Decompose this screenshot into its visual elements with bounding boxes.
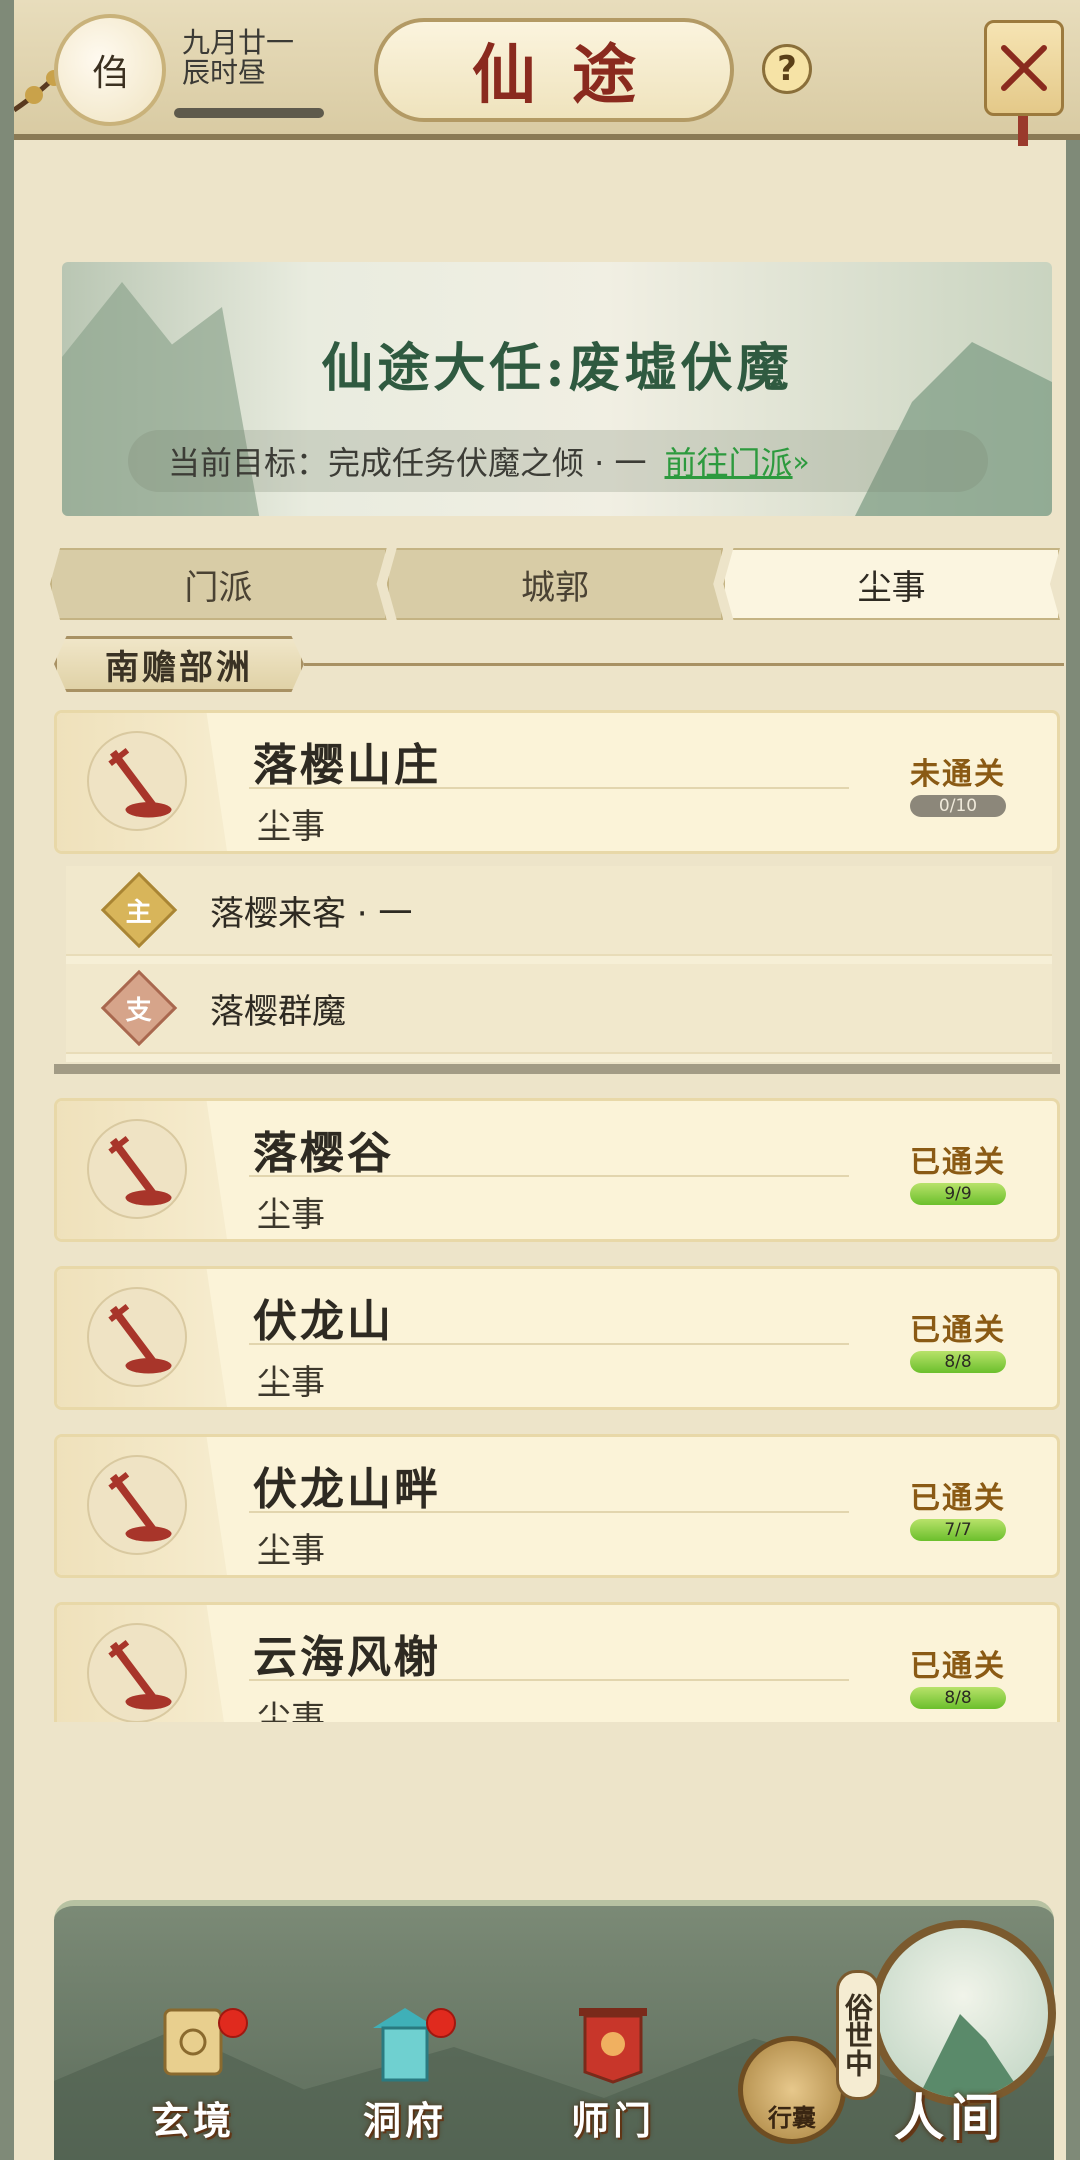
clear-status-badge: 已通关 9/9 — [903, 1137, 1013, 1217]
region-label: 南赡部洲 — [54, 636, 304, 692]
chevron-right-icon: » — [792, 444, 810, 478]
quest-banner: 仙途大任:废墟伏魔 当前目标：完成任务伏魔之倾 · 一 前往门派 » — [62, 262, 1052, 516]
card-divider — [249, 1511, 849, 1513]
game-date: 九月廿一 辰时昼 — [182, 28, 294, 88]
top-bar: 㑇 九月廿一 辰时昼 仙途 ? — [14, 0, 1080, 146]
time-progress-bar — [174, 108, 324, 118]
stage-name: 伏龙山畔 — [253, 1464, 441, 1515]
clear-status-text: 未通关 — [910, 757, 1006, 792]
nav-label: 洞府 — [362, 2098, 447, 2143]
clear-progress: 0/10 — [910, 795, 1006, 817]
clear-status-text: 已通关 — [910, 1313, 1006, 1348]
date-hour: 辰时昼 — [182, 56, 267, 89]
sword-icon — [87, 731, 187, 831]
inventory-bag-button[interactable]: 行囊 — [738, 2036, 846, 2144]
stage-card-fulong-shore[interactable]: 伏龙山畔 尘事 已通关 7/7 — [54, 1434, 1060, 1578]
time-avatar[interactable]: 㑇 — [54, 14, 166, 126]
world-status-tag: 俗世中 — [836, 1970, 880, 2100]
tab-city[interactable]: 城郭 — [386, 548, 724, 620]
bag-label: 行囊 — [768, 2103, 816, 2132]
quest-title: 仙途大任:废墟伏魔 — [321, 338, 793, 399]
clear-status-text: 已通关 — [910, 1481, 1006, 1516]
card-divider — [249, 1175, 849, 1177]
goal-text: 当前目标：完成任务伏魔之倾 · 一 — [168, 444, 647, 482]
help-button[interactable]: ? — [762, 44, 812, 94]
tassel-decoration — [1018, 116, 1028, 146]
main-quest-icon: 主 — [100, 871, 178, 949]
page-title: 仙途 — [374, 18, 734, 122]
subtask-side[interactable]: 支 落樱群魔 — [66, 964, 1052, 1054]
card-divider — [249, 1343, 849, 1345]
stage-card-luoying-valley[interactable]: 落樱谷 尘事 已通关 9/9 — [54, 1098, 1060, 1242]
nav-shimen[interactable]: 师门 — [558, 2000, 668, 2143]
stage-name: 云海风榭 — [253, 1632, 441, 1683]
close-icon — [1001, 45, 1047, 91]
clear-status-text: 已通关 — [910, 1145, 1006, 1180]
notification-dot — [218, 2008, 248, 2038]
close-button[interactable] — [984, 20, 1064, 116]
stage-category: 尘事 — [257, 807, 325, 847]
card-icon-panel — [57, 1605, 227, 1722]
category-tabs: 门派 城郭 尘事 — [50, 548, 1061, 620]
subtask-label: 落樱群魔 — [210, 991, 346, 1032]
clear-progress: 8/8 — [910, 1687, 1006, 1709]
world-label: 人间 — [894, 2088, 1006, 2147]
stage-category: 尘事 — [257, 1363, 325, 1403]
notification-dot — [426, 2008, 456, 2038]
tab-worldly-affairs[interactable]: 尘事 — [723, 548, 1061, 620]
sword-icon — [87, 1287, 187, 1387]
clear-status-text: 已通关 — [910, 1649, 1006, 1684]
region-divider — [304, 663, 1064, 666]
card-icon-panel — [57, 1101, 227, 1239]
side-quest-icon: 支 — [100, 969, 178, 1047]
clear-status-badge: 已通关 8/8 — [903, 1305, 1013, 1385]
clear-status-badge: 未通关 0/10 — [903, 749, 1013, 829]
stage-name: 伏龙山 — [253, 1296, 394, 1347]
stage-category: 尘事 — [257, 1699, 325, 1722]
sword-icon — [87, 1119, 187, 1219]
stage-category: 尘事 — [257, 1531, 325, 1571]
sword-icon — [87, 1455, 187, 1555]
card-divider — [249, 1679, 849, 1681]
nav-label: 玄境 — [150, 2098, 235, 2143]
subtask-list: 主 落樱来客 · 一 支 落樱群魔 — [66, 866, 1052, 1062]
banner-flag-icon — [579, 2008, 647, 2084]
card-divider — [249, 787, 849, 789]
stage-card-fulong-mountain[interactable]: 伏龙山 尘事 已通关 8/8 — [54, 1266, 1060, 1410]
subtask-main[interactable]: 主 落樱来客 · 一 — [66, 866, 1052, 956]
goto-sect-link[interactable]: 前往门派 — [665, 438, 793, 484]
clear-progress: 9/9 — [910, 1183, 1006, 1205]
stage-name: 落樱谷 — [253, 1128, 394, 1179]
card-icon-panel — [57, 1437, 227, 1575]
clear-status-badge: 已通关 7/7 — [903, 1473, 1013, 1553]
subtask-label: 落樱来客 · 一 — [210, 893, 413, 934]
nav-label: 师门 — [570, 2098, 655, 2143]
card-icon-panel — [57, 713, 227, 851]
app-frame: 㑇 九月廿一 辰时昼 仙途 ? 仙途大任:废墟伏魔 当前目标：完成任务伏魔之倾 … — [0, 0, 1080, 2160]
card-icon-panel — [57, 1269, 227, 1407]
date-lunar: 九月廿一 — [182, 26, 295, 59]
clear-progress: 7/7 — [910, 1519, 1006, 1541]
clear-progress: 8/8 — [910, 1351, 1006, 1373]
tab-sect[interactable]: 门派 — [50, 548, 387, 620]
clear-status-badge: 已通关 8/8 — [903, 1641, 1013, 1721]
section-divider — [54, 1064, 1060, 1074]
stage-category: 尘事 — [257, 1195, 325, 1235]
sword-icon — [87, 1623, 187, 1722]
stage-name: 落樱山庄 — [253, 740, 441, 791]
stage-card-luoying-villa[interactable]: 落樱山庄 尘事 未通关 0/10 — [54, 710, 1060, 854]
current-goal: 当前目标：完成任务伏魔之倾 · 一 前往门派 » — [128, 430, 988, 492]
stage-card-yunhai-pavilion[interactable]: 云海风榭 尘事 已通关 8/8 — [54, 1602, 1060, 1722]
